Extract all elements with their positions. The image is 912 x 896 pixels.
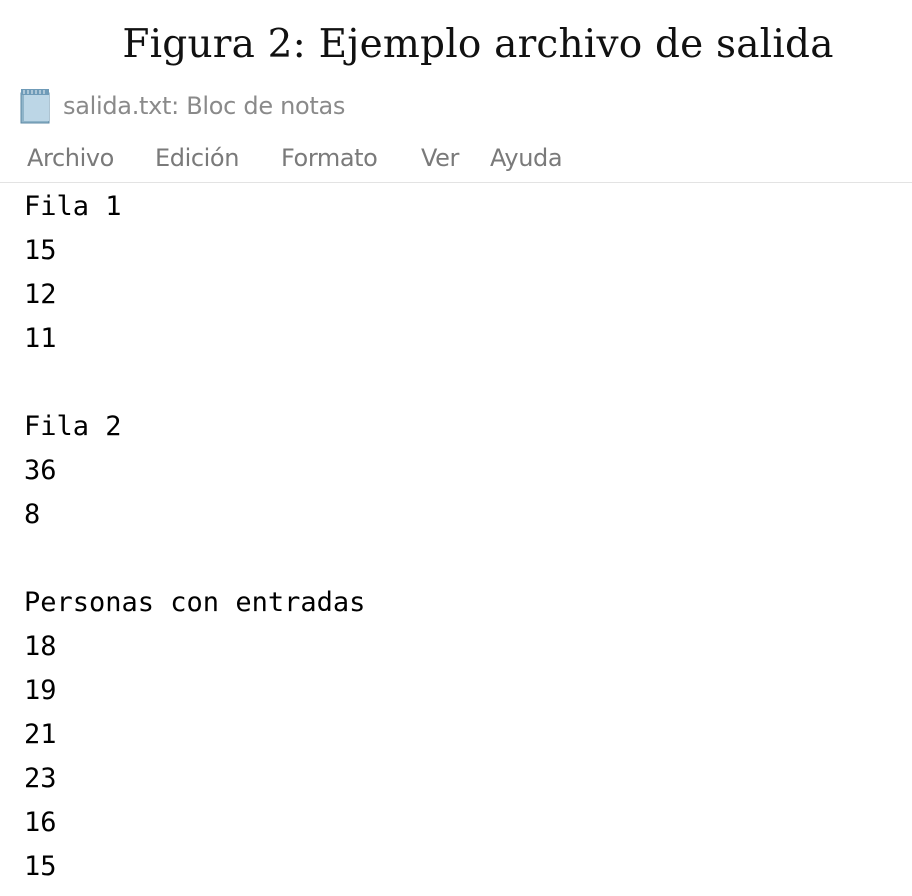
menu-formato[interactable]: Formato — [281, 144, 378, 172]
text-editor[interactable]: Fila 1 15 12 11 Fila 2 36 8 Personas con… — [24, 185, 904, 896]
text-line: 36 — [24, 455, 57, 486]
text-line: 8 — [24, 499, 41, 530]
text-line: 19 — [24, 675, 57, 706]
text-line — [24, 361, 904, 405]
menu-edicion[interactable]: Edición — [155, 144, 239, 172]
text-line: 15 — [24, 235, 57, 266]
menu-archivo[interactable]: Archivo — [27, 144, 114, 172]
text-line: Fila 1 — [24, 191, 122, 222]
text-line: 12 — [24, 279, 57, 310]
text-line: 18 — [24, 631, 57, 662]
text-line — [24, 537, 904, 581]
text-line: 11 — [24, 323, 57, 354]
text-line: Fila 2 — [24, 411, 122, 442]
menu-bar: Archivo Edición Formato Ver Ayuda — [0, 138, 912, 183]
window-title: salida.txt: Bloc de notas — [63, 92, 346, 120]
text-line: 21 — [24, 719, 57, 750]
menu-ayuda[interactable]: Ayuda — [490, 144, 563, 172]
text-line: 23 — [24, 763, 57, 794]
menu-ver[interactable]: Ver — [421, 144, 459, 172]
text-line: 16 — [24, 807, 57, 838]
notepad-icon — [16, 87, 56, 125]
text-line: 15 — [24, 851, 57, 882]
text-line: Personas con entradas — [24, 587, 366, 618]
figure-caption: Figura 2: Ejemplo archivo de salida — [122, 22, 834, 67]
title-bar: salida.txt: Bloc de notas — [16, 86, 345, 126]
notepad-window: salida.txt: Bloc de notas Archivo Edició… — [0, 80, 912, 896]
